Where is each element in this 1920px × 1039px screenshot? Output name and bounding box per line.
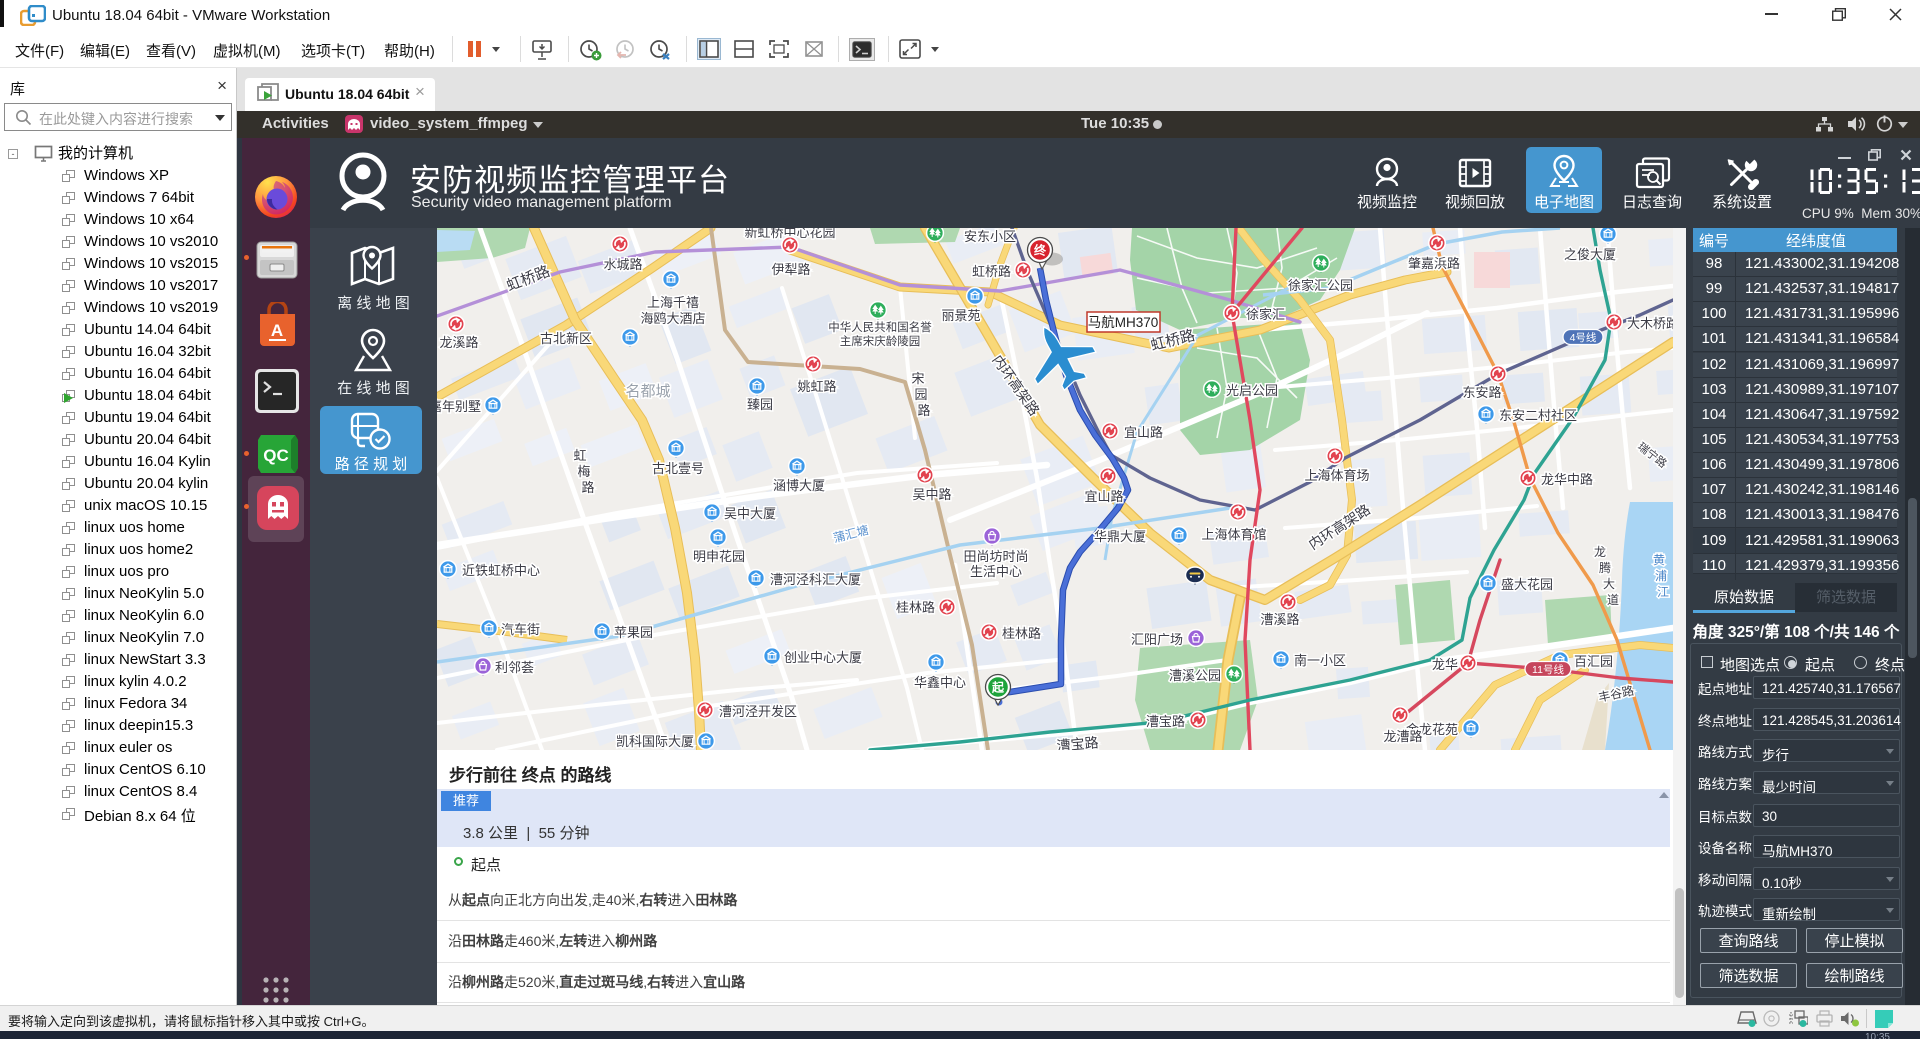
svg-text:虹桥路: 虹桥路: [972, 264, 1011, 279]
svg-text:吴中路: 吴中路: [912, 487, 951, 502]
svg-text:A: A: [271, 321, 283, 340]
svg-text:龙溪路: 龙溪路: [439, 335, 478, 350]
svg-text:桂林路: 桂林路: [896, 600, 935, 615]
svg-text:水城路: 水城路: [603, 257, 642, 272]
svg-text:漕河泾开发区: 漕河泾开发区: [719, 704, 797, 719]
svg-text:宋: 宋: [911, 371, 924, 386]
svg-text:龙: 龙: [1594, 545, 1606, 559]
svg-text:生活中心: 生活中心: [970, 564, 1022, 579]
svg-text:漕河泾科汇大厦: 漕河泾科汇大厦: [770, 572, 861, 587]
svg-text:苹果园: 苹果园: [614, 625, 653, 640]
svg-text:海鸥大酒店: 海鸥大酒店: [640, 311, 705, 326]
svg-text:路: 路: [581, 480, 594, 495]
svg-text:上海千禧: 上海千禧: [647, 295, 699, 310]
svg-text:汇阳广场: 汇阳广场: [1131, 632, 1183, 647]
svg-text:创业中心大厦: 创业中心大厦: [784, 650, 862, 665]
svg-text:马航MH370: 马航MH370: [1088, 315, 1159, 330]
svg-text:田尚坊时尚: 田尚坊时尚: [963, 549, 1028, 564]
svg-text:吴中大厦: 吴中大厦: [724, 506, 776, 521]
svg-text:嘉年别墅: 嘉年别墅: [437, 399, 481, 414]
svg-text:大: 大: [1603, 577, 1615, 591]
svg-text:QC: QC: [263, 446, 289, 465]
svg-text:姚虹路: 姚虹路: [797, 379, 836, 394]
svg-text:名都城: 名都城: [625, 383, 670, 400]
svg-text:主席宋庆龄陵园: 主席宋庆龄陵园: [840, 334, 921, 348]
svg-text:龙华中路: 龙华中路: [1541, 472, 1593, 487]
svg-text:黄: 黄: [1653, 553, 1665, 567]
svg-text:东安二村社区: 东安二村社区: [1499, 408, 1577, 423]
svg-text:盛大花园: 盛大花园: [1501, 577, 1553, 592]
svg-text:百汇园: 百汇园: [1574, 654, 1613, 669]
svg-text:南一小区: 南一小区: [1294, 653, 1346, 668]
svg-text:漕宝路: 漕宝路: [1056, 734, 1099, 750]
svg-text:虹: 虹: [573, 448, 586, 463]
svg-text:近铁虹桥中心: 近铁虹桥中心: [462, 563, 540, 578]
svg-text:桂林路: 桂林路: [1002, 626, 1041, 641]
svg-text:肇嘉浜路: 肇嘉浜路: [1408, 256, 1460, 271]
svg-text:腾: 腾: [1599, 560, 1611, 575]
svg-text:丽景苑: 丽景苑: [941, 308, 980, 323]
svg-text:漕溪公园: 漕溪公园: [1169, 668, 1221, 683]
svg-text:龙漕路: 龙漕路: [1383, 729, 1422, 744]
svg-text:起: 起: [991, 680, 1005, 695]
svg-text:江: 江: [1657, 585, 1669, 599]
svg-text:漕溪路: 漕溪路: [1260, 612, 1299, 627]
svg-text:宜山路: 宜山路: [1124, 425, 1163, 440]
svg-text:中华人民共和国名誉: 中华人民共和国名誉: [828, 320, 932, 334]
svg-text:浦: 浦: [1655, 569, 1667, 583]
svg-text:古北新区: 古北新区: [540, 331, 592, 346]
svg-text:伊犁路: 伊犁路: [771, 262, 810, 277]
svg-text:华鼎大厦: 华鼎大厦: [1094, 529, 1146, 544]
svg-text:4号线: 4号线: [1570, 331, 1597, 344]
svg-text:明申花园: 明申花园: [693, 549, 745, 564]
svg-text:11号线: 11号线: [1532, 663, 1564, 676]
svg-text:园: 园: [914, 387, 927, 402]
svg-text:上海体育馆: 上海体育馆: [1201, 527, 1266, 542]
svg-text:东安路: 东安路: [1462, 385, 1501, 400]
svg-text:梅: 梅: [577, 464, 590, 479]
svg-text:龙华: 龙华: [1432, 657, 1458, 672]
svg-text:光启公园: 光启公园: [1226, 383, 1278, 398]
svg-text:凯科国际大厦: 凯科国际大厦: [616, 734, 694, 749]
svg-text:臻园: 臻园: [747, 397, 773, 412]
svg-text:漕宝路: 漕宝路: [1146, 714, 1185, 729]
svg-text:大木桥路: 大木桥路: [1627, 316, 1673, 331]
svg-text:汽车街: 汽车街: [501, 622, 540, 637]
svg-text:宜山路: 宜山路: [1084, 489, 1123, 504]
svg-text:涵博大厦: 涵博大厦: [773, 478, 825, 493]
svg-text:路: 路: [917, 403, 930, 418]
svg-text:上海体育场: 上海体育场: [1304, 468, 1369, 483]
svg-text:终: 终: [1034, 243, 1047, 258]
svg-text:安东小区: 安东小区: [964, 229, 1016, 244]
svg-text:道: 道: [1607, 593, 1619, 607]
svg-text:利邻荟: 利邻荟: [495, 660, 534, 675]
svg-text:徐家汇公园: 徐家汇公园: [1288, 278, 1353, 293]
svg-text:华鑫中心: 华鑫中心: [914, 675, 966, 690]
svg-text:之俊大厦: 之俊大厦: [1564, 247, 1616, 262]
svg-text:古北壹号: 古北壹号: [652, 461, 704, 476]
svg-text:徐家汇: 徐家汇: [1246, 307, 1285, 322]
